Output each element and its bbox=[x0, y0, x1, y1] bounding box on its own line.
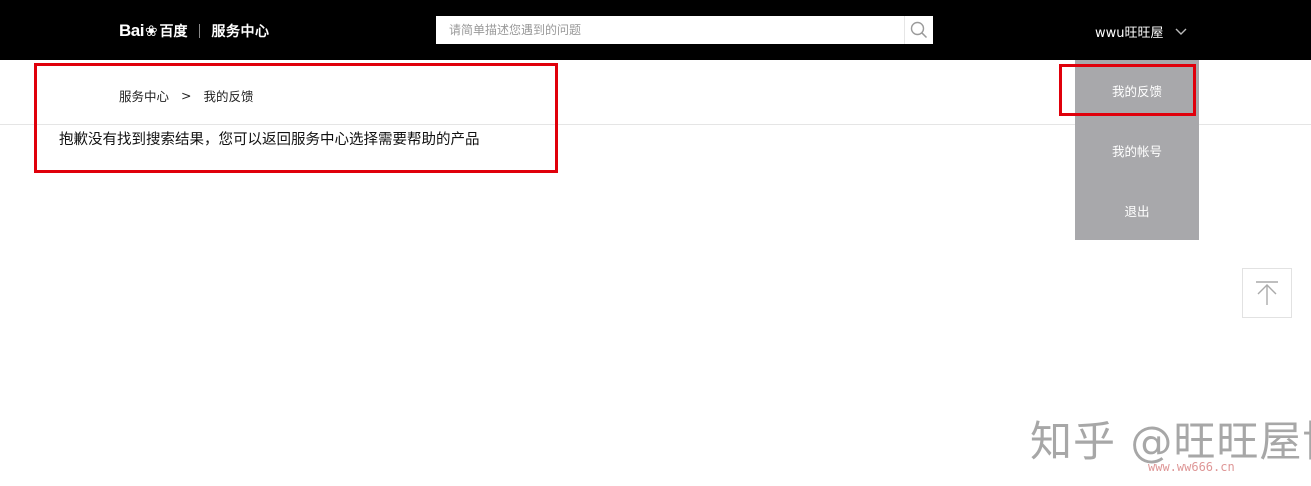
menu-item-label: 我的帐号 bbox=[1111, 143, 1162, 159]
baidu-service-logo[interactable]: Bai ❀ 百度 服务中心 bbox=[119, 20, 270, 42]
user-menu-toggle[interactable]: wwu旺旺屋 bbox=[1095, 22, 1187, 41]
arrow-up-icon bbox=[1256, 281, 1278, 305]
magnifier-icon bbox=[910, 21, 928, 39]
back-to-top-button[interactable] bbox=[1242, 268, 1292, 318]
logo-service-center-text: 服务中心 bbox=[211, 23, 270, 39]
menu-item-label: 退出 bbox=[1124, 203, 1150, 219]
logo-bai-text: Bai bbox=[119, 21, 144, 40]
search-box bbox=[436, 16, 933, 44]
search-button[interactable] bbox=[904, 16, 933, 44]
username: wwu旺旺屋 bbox=[1095, 26, 1164, 41]
logo-divider bbox=[198, 24, 200, 38]
menu-item-logout[interactable]: 退出 bbox=[1075, 180, 1199, 240]
annotation-highlight-box bbox=[1059, 64, 1196, 116]
chevron-down-icon bbox=[1175, 28, 1187, 36]
menu-item-my-account[interactable]: 我的帐号 bbox=[1075, 120, 1199, 180]
paw-icon: ❀ bbox=[144, 23, 158, 40]
top-navigation-bar: Bai ❀ 百度 服务中心 wwu旺旺屋 bbox=[0, 0, 1311, 60]
watermark-url: www.ww666.cn bbox=[1148, 460, 1235, 474]
annotation-highlight-box bbox=[34, 63, 558, 173]
search-input[interactable] bbox=[436, 16, 906, 44]
logo-baidu-text: 百度 bbox=[159, 23, 188, 39]
